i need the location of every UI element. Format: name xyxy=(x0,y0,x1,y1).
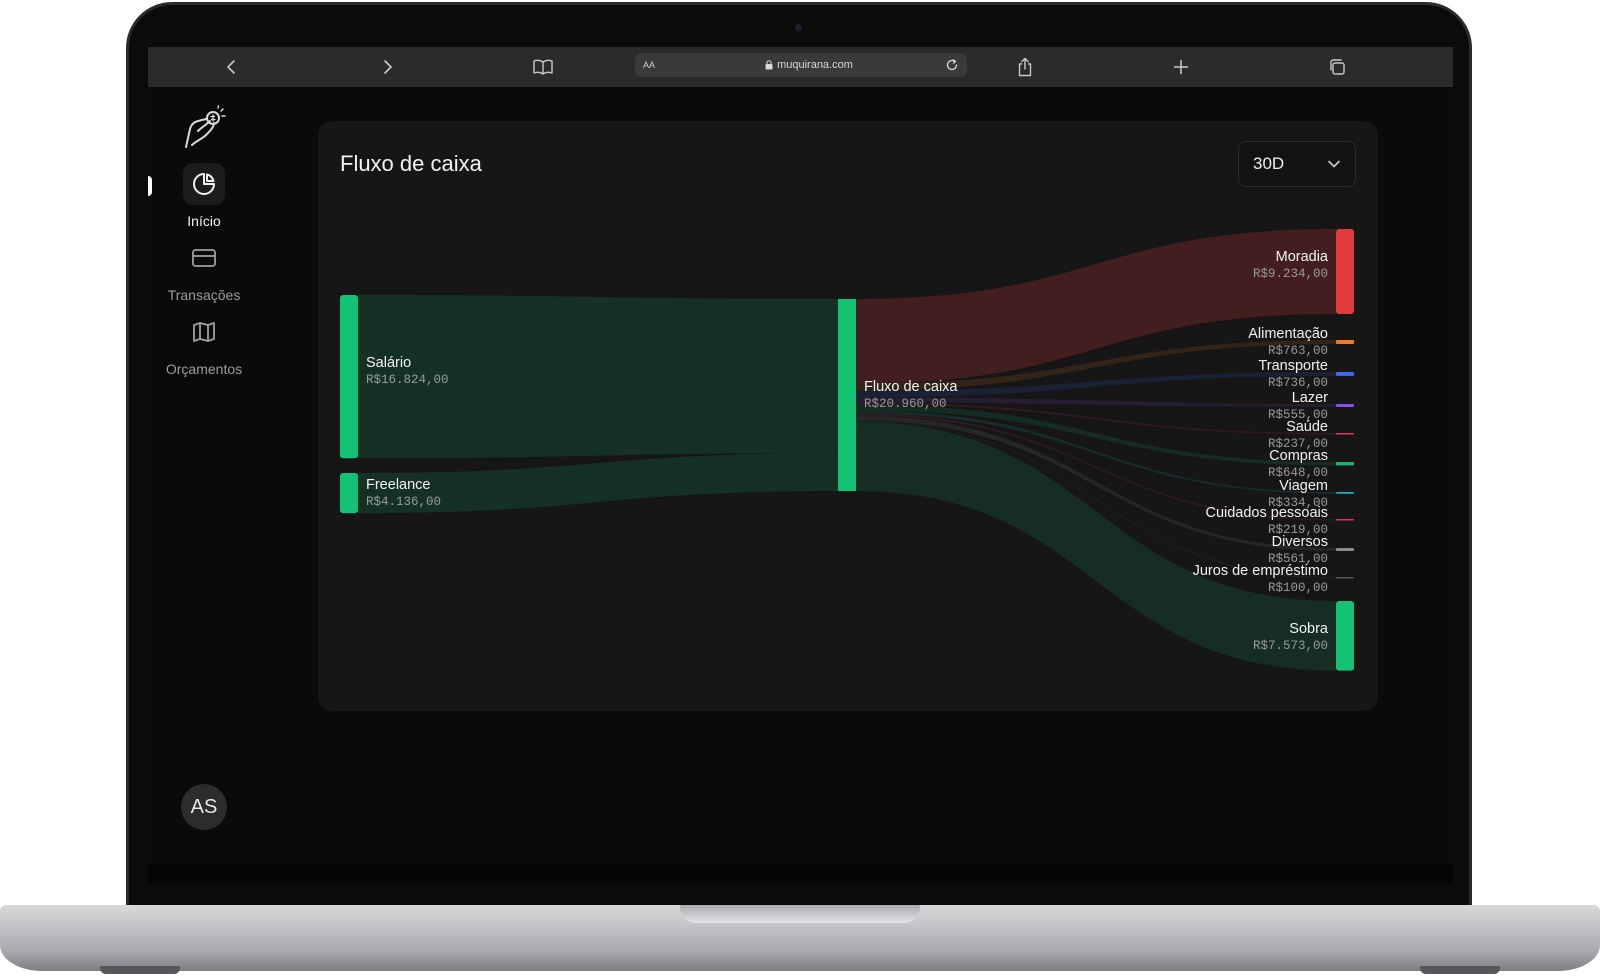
sankey-source-salario-node[interactable] xyxy=(340,295,358,459)
sankey-target-moradia-value-label: R$9.234,00 xyxy=(1253,267,1328,281)
back-button[interactable] xyxy=(212,47,252,87)
screen-bezel-bottom xyxy=(148,865,1453,883)
share-button[interactable] xyxy=(1005,47,1045,87)
user-avatar[interactable]: AS xyxy=(181,784,227,830)
sidebar-item-label: Transações xyxy=(167,287,241,303)
sidebar: Início Transações Orçamentos AS xyxy=(148,87,260,865)
bookmarks-button[interactable] xyxy=(523,47,563,87)
sankey-target-sobra-node[interactable] xyxy=(1336,601,1354,671)
sankey-target-compras-name-label: Compras xyxy=(1269,448,1328,464)
sankey-chart: Salário R$16.824,00 Freelance R$4.136,00 Flu… xyxy=(340,229,1354,671)
cash-flow-card: Salário R$16.824,00 Freelance R$4.136,00 Flu… xyxy=(318,121,1378,711)
sankey-target-saude-name-label: Saúde xyxy=(1286,419,1328,435)
sankey-source-freelance-node[interactable] xyxy=(340,473,358,514)
sankey-target-viagem-name-label: Viagem xyxy=(1279,478,1328,494)
reload-icon[interactable] xyxy=(945,58,959,72)
sankey-source-freelance-name-label: Freelance xyxy=(366,477,430,493)
lock-icon xyxy=(765,60,773,70)
sankey-target-viagem-node[interactable] xyxy=(1336,492,1354,494)
forward-button[interactable] xyxy=(367,47,407,87)
sidebar-item-transacoes[interactable]: Transações xyxy=(148,237,260,303)
sidebar-item-label: Início xyxy=(187,213,221,229)
sankey-target-alimentacao-node[interactable] xyxy=(1336,340,1354,345)
laptop-foot-right xyxy=(1420,966,1500,974)
sankey-target-lazer-node[interactable] xyxy=(1336,404,1354,407)
sankey-target-juros-de-emprestimo-value-label: R$100,00 xyxy=(1268,581,1328,595)
browser-toolbar: AA muquirana.com xyxy=(148,47,1453,88)
laptop-foot-left xyxy=(100,966,180,974)
nav-icon-container xyxy=(183,237,225,279)
pie-chart-icon xyxy=(193,173,215,195)
sidebar-item-inicio[interactable]: Início xyxy=(148,163,260,229)
sankey-target-juros-de-emprestimo-name-label: Juros de empréstimo xyxy=(1193,563,1328,579)
sankey-target-juros-de-emprestimo-node[interactable] xyxy=(1336,577,1354,579)
sankey-hub-value-label: R$20.960,00 xyxy=(864,397,947,411)
sankey-target-alimentacao-name-label: Alimentação xyxy=(1248,326,1328,342)
sankey-target-compras-node[interactable] xyxy=(1336,462,1354,466)
sankey-target-lazer-name-label: Lazer xyxy=(1292,390,1328,406)
period-select[interactable]: 30D xyxy=(1238,141,1356,187)
nav-icon-container xyxy=(183,311,225,353)
share-icon xyxy=(1018,57,1032,77)
card-title: Fluxo de caixa xyxy=(340,151,482,176)
book-icon xyxy=(533,59,553,75)
period-select-value: 30D xyxy=(1253,154,1285,173)
sankey-target-moradia-node[interactable] xyxy=(1336,229,1354,314)
chevron-left-icon xyxy=(227,60,235,74)
sankey-target-sobra-value-label: R$7.573,00 xyxy=(1253,639,1328,653)
hand-coin-logo-icon xyxy=(185,105,226,148)
plus-icon xyxy=(1173,59,1189,75)
sankey-target-cuidados-pessoais-name-label: Cuidados pessoais xyxy=(1205,505,1328,521)
sidebar-item-orcamentos[interactable]: Orçamentos xyxy=(148,311,260,377)
sankey-target-saude-node[interactable] xyxy=(1336,433,1354,435)
credit-card-icon xyxy=(192,249,216,267)
sankey-source-salario-name-label: Salário xyxy=(366,355,411,371)
chevron-right-icon xyxy=(384,60,392,74)
sankey-source-salario-value-label: R$16.824,00 xyxy=(366,373,449,387)
tab-overview-button[interactable] xyxy=(1317,47,1357,87)
sankey-target-sobra-name-label: Sobra xyxy=(1289,621,1329,637)
sidebar-item-label: Orçamentos xyxy=(165,361,243,377)
sankey-target-moradia-name-label: Moradia xyxy=(1276,249,1329,265)
sankey-target-transporte-node[interactable] xyxy=(1336,372,1354,376)
sankey-target-transporte-name-label: Transporte xyxy=(1258,358,1328,374)
sankey-hub-node[interactable] xyxy=(838,299,856,491)
sankey-hub-name-label: Fluxo de caixa xyxy=(864,379,958,395)
sankey-target-diversos-name-label: Diversos xyxy=(1272,534,1328,550)
map-icon xyxy=(193,322,215,342)
chevron-down-icon xyxy=(1328,160,1340,168)
screen: AA muquirana.com Início Transações Orçam… xyxy=(148,47,1453,865)
app: Início Transações Orçamentos AS Salário … xyxy=(148,87,1453,865)
laptop-base-notch xyxy=(680,905,920,923)
new-tab-button[interactable] xyxy=(1161,47,1201,87)
sankey-source-freelance-value-label: R$4.136,00 xyxy=(366,495,441,509)
address-bar[interactable]: AA muquirana.com xyxy=(635,53,967,77)
sankey-target-alimentacao-value-label: R$763,00 xyxy=(1268,344,1328,358)
tabs-icon xyxy=(1330,59,1345,75)
url-display[interactable]: muquirana.com xyxy=(673,59,945,71)
sankey-target-transporte-value-label: R$736,00 xyxy=(1268,376,1328,390)
nav-icon-container xyxy=(183,163,225,205)
text-size-button[interactable]: AA xyxy=(643,60,673,70)
sankey-target-cuidados-pessoais-node[interactable] xyxy=(1336,519,1354,521)
camera xyxy=(795,24,802,31)
url-text: muquirana.com xyxy=(777,59,853,71)
sankey-target-diversos-node[interactable] xyxy=(1336,548,1354,551)
